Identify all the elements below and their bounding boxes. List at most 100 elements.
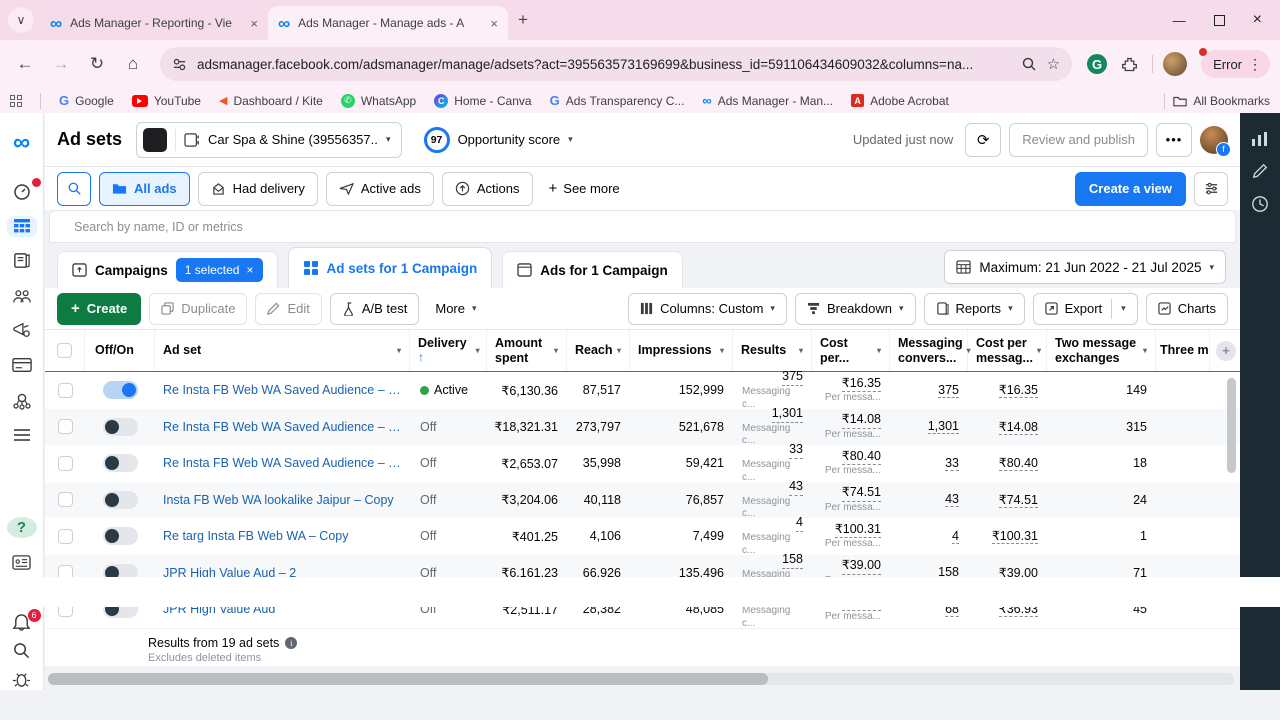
reports-nav-icon[interactable]	[7, 251, 37, 272]
adset-toggle[interactable]	[103, 418, 138, 436]
results-value[interactable]: 33	[789, 442, 803, 459]
results-value[interactable]: 375	[782, 369, 803, 386]
report-bug-icon[interactable]	[7, 669, 37, 690]
horizontal-scrollbar[interactable]	[48, 673, 1234, 685]
cost-per-message-value[interactable]: ₹100.31	[992, 528, 1038, 544]
cost-per-message-value[interactable]: ₹16.35	[999, 382, 1038, 398]
cost-per-result-value[interactable]: ₹39.00	[842, 558, 881, 575]
messaging-conversations-value[interactable]: 4	[952, 529, 959, 544]
history-clock-icon[interactable]	[1251, 195, 1269, 213]
ab-test-button[interactable]: A/B test	[330, 293, 420, 325]
results-value[interactable]: 43	[789, 479, 803, 496]
info-icon[interactable]: i	[285, 637, 297, 649]
export-dropdown-icon[interactable]: ▾	[1121, 303, 1126, 314]
bookmark-youtube[interactable]: YouTube	[132, 94, 201, 108]
col-cost-per[interactable]: Cost per...▾	[812, 330, 890, 371]
address-bar[interactable]: adsmanager.facebook.com/adsmanager/manag…	[160, 47, 1072, 81]
forward-button[interactable]: →	[46, 49, 76, 79]
help-button[interactable]: ?	[7, 517, 37, 538]
cost-per-message-value[interactable]: ₹14.08	[999, 419, 1038, 435]
results-value[interactable]: 4	[796, 515, 803, 532]
site-settings-icon[interactable]	[172, 57, 187, 72]
table-search-input[interactable]: Search by name, ID or metrics	[49, 210, 1236, 243]
row-checkbox[interactable]	[58, 492, 73, 507]
col-three-message[interactable]: Three messag	[1156, 330, 1210, 371]
selected-count-badge[interactable]: 1 selected×	[176, 258, 263, 282]
table-row[interactable]: Re Insta FB Web WA Saved Audience – Copy…	[45, 445, 1240, 482]
business-support-icon[interactable]	[7, 552, 37, 573]
table-row[interactable]: Re Insta FB Web WA Saved Audience – 23 M…	[45, 409, 1240, 446]
charts-button[interactable]: Charts	[1146, 293, 1228, 325]
results-value[interactable]: 1,301	[772, 406, 803, 423]
row-checkbox[interactable]	[58, 529, 73, 544]
opportunity-score[interactable]: 97 Opportunity score ▾	[424, 127, 573, 153]
breakdown-button[interactable]: Breakdown▾	[795, 293, 916, 325]
bookmark-ads-transparency[interactable]: GAds Transparency C...	[550, 93, 685, 108]
reload-button[interactable]: ↻	[82, 49, 112, 79]
tab-search-chevron-icon[interactable]: ∨	[8, 7, 34, 33]
filter-active-ads[interactable]: Active ads	[326, 172, 434, 206]
bookmark-star-icon[interactable]: ☆	[1047, 55, 1060, 73]
col-adset[interactable]: Ad set▾	[155, 330, 410, 371]
bookmark-canva[interactable]: CHome - Canva	[434, 94, 531, 108]
filter-all-ads[interactable]: All ads	[99, 172, 190, 206]
tab-campaigns[interactable]: Campaigns 1 selected×	[57, 251, 278, 288]
scrollbar-thumb[interactable]	[48, 673, 768, 685]
row-checkbox[interactable]	[58, 383, 73, 398]
window-maximize-button[interactable]	[1214, 15, 1225, 26]
messaging-conversations-value[interactable]: 1,301	[928, 419, 959, 434]
grammarly-extension-icon[interactable]: G	[1087, 54, 1107, 74]
columns-button[interactable]: Columns: Custom▾	[628, 293, 787, 325]
results-value[interactable]: 158	[782, 552, 803, 569]
table-row[interactable]: Re Insta FB Web WA Saved Audience – 8 Ju…	[45, 372, 1240, 409]
search-nav-icon[interactable]	[7, 640, 37, 661]
filter-had-delivery[interactable]: Had delivery	[198, 172, 318, 206]
cost-per-message-value[interactable]: ₹80.40	[999, 455, 1038, 471]
campaigns-nav-icon[interactable]	[7, 216, 37, 237]
create-view-button[interactable]: Create a view	[1075, 172, 1186, 206]
assets-nav-icon[interactable]	[7, 390, 37, 411]
col-two-message-exchanges[interactable]: Two message exchanges▾	[1047, 330, 1156, 371]
adset-name-link[interactable]: Insta FB Web WA lookalike Jaipur – Copy	[163, 493, 394, 507]
error-button[interactable]: Error ⋮	[1201, 50, 1270, 78]
bookmark-acrobat[interactable]: AAdobe Acrobat	[851, 94, 949, 108]
browser-menu-icon[interactable]: ⋮	[1248, 56, 1262, 73]
adset-toggle[interactable]	[103, 454, 138, 472]
edit-pencil-icon[interactable]	[1252, 163, 1268, 179]
adset-name-link[interactable]: Re Insta FB Web WA Saved Audience – 8 Ju…	[163, 383, 402, 397]
cost-per-message-value[interactable]: ₹74.51	[999, 492, 1038, 508]
col-amount-spent[interactable]: Amount spent▾	[487, 330, 567, 371]
refresh-button[interactable]: ⟳	[965, 123, 1001, 157]
account-selector[interactable]: Car Spa & Shine (39556357... ▾	[136, 122, 402, 158]
select-all-checkbox[interactable]	[57, 343, 72, 358]
bookmark-whatsapp[interactable]: ✆WhatsApp	[341, 94, 416, 108]
bookmark-ads-manager[interactable]: ∞Ads Manager - Man...	[702, 94, 833, 108]
col-messaging-conversations[interactable]: Messaging convers...▾	[890, 330, 968, 371]
add-column-button[interactable]: +	[1216, 341, 1236, 361]
col-delivery[interactable]: Delivery↑▾	[410, 330, 487, 371]
performance-chart-icon[interactable]	[1251, 131, 1269, 147]
apps-grid-icon[interactable]	[10, 95, 22, 107]
adset-name-link[interactable]: Re Insta FB Web WA Saved Audience – Copy	[163, 456, 402, 470]
adset-name-link[interactable]: Re targ Insta FB Web WA – Copy	[163, 529, 349, 543]
audiences-nav-icon[interactable]	[7, 285, 37, 306]
tab-ads[interactable]: Ads for 1 Campaign	[502, 251, 683, 288]
user-avatar[interactable]	[1200, 126, 1228, 154]
billing-nav-icon[interactable]	[7, 355, 37, 376]
more-button[interactable]: More▾	[427, 301, 484, 316]
col-impressions[interactable]: Impressions▾	[630, 330, 733, 371]
more-options-button[interactable]: •••	[1156, 123, 1192, 157]
see-more-button[interactable]: +See more	[541, 180, 628, 197]
duplicate-button[interactable]: Duplicate	[149, 293, 247, 325]
table-row[interactable]: Insta FB Web WA lookalike Jaipur – Copy …	[45, 482, 1240, 519]
browser-profile-avatar[interactable]	[1163, 52, 1187, 76]
all-bookmarks-button[interactable]: All Bookmarks	[1173, 94, 1270, 108]
row-checkbox[interactable]	[58, 456, 73, 471]
adset-toggle[interactable]	[103, 491, 138, 509]
table-row[interactable]: Re targ Insta FB Web WA – Copy Off ₹401.…	[45, 518, 1240, 555]
edit-button[interactable]: Edit	[255, 293, 321, 325]
messaging-conversations-value[interactable]: 43	[945, 492, 959, 507]
account-overview-icon[interactable]	[7, 181, 37, 202]
browser-tab-1[interactable]: ∞ Ads Manager - Reporting - Vie ×	[40, 6, 268, 40]
tab-close-icon[interactable]: ×	[490, 16, 498, 31]
